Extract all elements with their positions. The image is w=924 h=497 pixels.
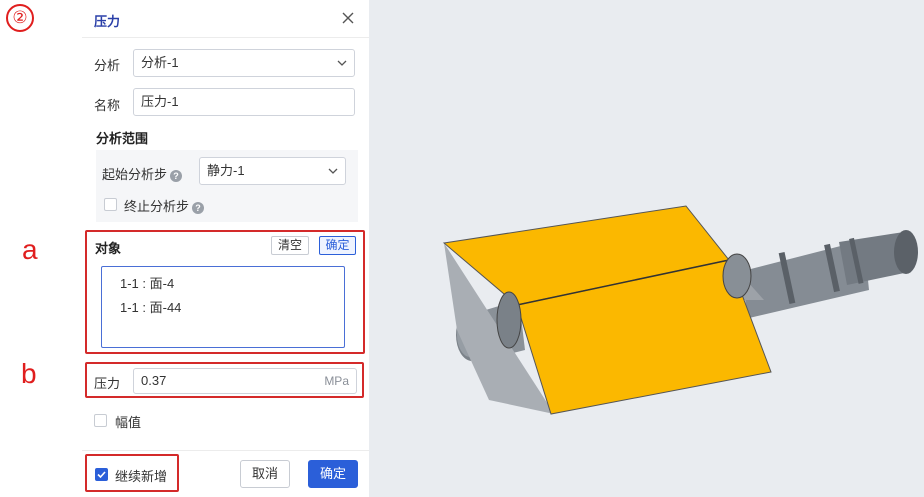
continue-add-label: 继续新增 [115, 469, 168, 484]
target-list[interactable]: 1-1 : 面-4 1-1 : 面-44 [101, 266, 345, 348]
start-step-select[interactable]: 静力-1 [199, 157, 346, 185]
end-step-label-text: 终止分析步 [124, 199, 190, 214]
start-step-label: 起始分析步? [102, 164, 183, 183]
name-input-value: 压力-1 [141, 94, 179, 109]
analysis-select-value: 分析-1 [141, 55, 179, 70]
end-step-label: 终止分析步? [124, 196, 205, 215]
3d-model [442, 205, 918, 415]
amplitude-label: 幅值 [115, 415, 142, 430]
footer-divider [82, 450, 369, 451]
shaft-right [739, 230, 918, 318]
target-label: 对象 [95, 241, 122, 256]
start-step-label-text: 起始分析步 [102, 167, 168, 182]
cancel-button[interactable]: 取消 [240, 460, 290, 488]
dialog-title: 压力 [94, 14, 121, 29]
help-icon[interactable]: ? [170, 169, 183, 182]
check-icon [97, 471, 106, 479]
pressure-row: 压力 0.37 MPa [85, 362, 364, 398]
analysis-range-group: 起始分析步? 静力-1 终止分析步? [96, 150, 358, 222]
analysis-select[interactable]: 分析-1 [133, 49, 355, 77]
annotation-a: a [22, 234, 38, 265]
name-label: 名称 [94, 98, 121, 113]
list-item[interactable]: 1-1 : 面-44 [102, 296, 344, 320]
target-section: 对象 清空 确定 1-1 : 面-4 1-1 : 面-44 [85, 230, 365, 354]
end-step-checkbox[interactable] [104, 198, 117, 211]
amplitude-checkbox[interactable] [94, 414, 107, 427]
chevron-down-icon [337, 60, 347, 66]
annotation-b: b [21, 358, 37, 389]
pressure-unit: MPa [324, 374, 349, 388]
start-step-select-value: 静力-1 [207, 163, 245, 178]
step-number-marker: ② [6, 4, 34, 32]
continue-add-checkbox[interactable] [95, 468, 108, 481]
list-item[interactable]: 1-1 : 面-4 [102, 272, 344, 296]
dialog-header: 压力 [82, 0, 369, 38]
3d-viewport[interactable] [369, 0, 924, 497]
clear-button[interactable]: 清空 [271, 236, 309, 255]
pressure-label: 压力 [94, 376, 121, 391]
pressure-dialog: 压力 分析 分析-1 名称 压力-1 分析范围 起始分析步? 静力-1 终止分析… [82, 0, 369, 497]
analysis-range-title: 分析范围 [96, 131, 149, 146]
analysis-label: 分析 [94, 58, 121, 73]
name-input[interactable]: 压力-1 [133, 88, 355, 116]
pressure-input[interactable]: 0.37 MPa [133, 368, 357, 394]
pressure-input-value: 0.37 [141, 373, 167, 388]
close-icon[interactable] [340, 10, 356, 26]
chevron-down-icon [328, 168, 338, 174]
confirm-target-button[interactable]: 确定 [319, 236, 356, 255]
continue-add-group: 继续新增 [85, 454, 179, 492]
ok-button[interactable]: 确定 [308, 460, 358, 488]
help-icon[interactable]: ? [192, 201, 205, 214]
